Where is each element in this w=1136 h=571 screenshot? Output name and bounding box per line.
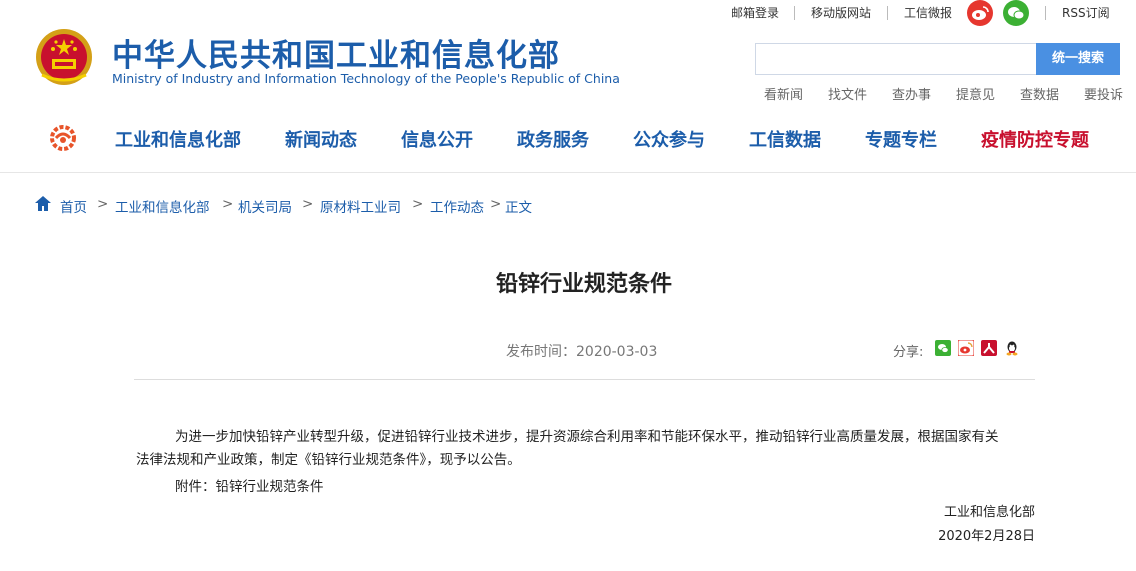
nav-special-topics[interactable]: 专题专栏 xyxy=(865,126,937,152)
breadcrumb-departments[interactable]: 机关司局 xyxy=(238,196,292,216)
mailbox-login-link[interactable]: 邮箱登录 xyxy=(731,4,779,21)
breadcrumb-raw-materials-dept[interactable]: 原材料工业司 xyxy=(320,196,401,216)
breadcrumb-work-updates[interactable]: 工作动态 xyxy=(430,196,484,216)
article-divider xyxy=(134,379,1035,380)
breadcrumb-miit[interactable]: 工业和信息化部 xyxy=(115,196,210,216)
breadcrumb-home[interactable]: 首页 xyxy=(60,196,87,216)
quick-link-files[interactable]: 找文件 xyxy=(828,84,867,103)
home-icon[interactable] xyxy=(35,196,51,211)
search-input[interactable] xyxy=(755,43,1036,75)
nav-public-participation[interactable]: 公众参与 xyxy=(633,126,705,152)
rss-link[interactable]: RSS订阅 xyxy=(1062,4,1110,21)
people-icon[interactable] xyxy=(981,340,997,356)
attachment-line: 附件：铅锌行业规范条件 xyxy=(175,479,324,495)
weibo-icon[interactable] xyxy=(967,0,993,26)
quick-link-services[interactable]: 查办事 xyxy=(892,84,931,103)
nav-miit[interactable]: 工业和信息化部 xyxy=(115,126,241,152)
miit-weibo-link[interactable]: 工信微报 xyxy=(904,4,952,21)
divider xyxy=(1045,6,1046,20)
article-paragraph-line2: 法律法规和产业政策，制定《铅锌行业规范条件》，现予以公告。 xyxy=(136,452,521,468)
breadcrumb-separator: > xyxy=(412,196,424,212)
signature-date: 2020年2月28日 xyxy=(938,529,1035,544)
article-title: 铅锌行业规范条件 xyxy=(495,272,672,297)
weibo-icon[interactable] xyxy=(957,339,975,357)
breadcrumb-separator: > xyxy=(222,196,234,212)
share-label: 分享: xyxy=(893,345,924,360)
quick-link-news[interactable]: 看新闻 xyxy=(764,84,803,103)
nav-divider xyxy=(0,172,1136,173)
site-subtitle: Ministry of Industry and Information Tec… xyxy=(112,71,620,86)
site-title[interactable]: 中华人民共和国工业和信息化部 xyxy=(112,30,560,75)
breadcrumb-separator: > xyxy=(97,196,109,212)
article-paragraph-line1: 为进一步加快铅锌产业转型升级，促进铅锌行业技术进步，提升资源综合利用率和节能环保… xyxy=(175,429,999,445)
national-emblem-logo[interactable] xyxy=(34,27,94,87)
search-button[interactable]: 统一搜索 xyxy=(1036,43,1120,75)
wechat-icon[interactable] xyxy=(1003,0,1029,26)
wechat-icon[interactable] xyxy=(935,340,951,356)
quick-link-feedback[interactable]: 提意见 xyxy=(956,84,995,103)
nav-epidemic-topic[interactable]: 疫情防控专题 xyxy=(981,126,1089,152)
divider xyxy=(794,6,795,20)
nav-info-disclosure[interactable]: 信息公开 xyxy=(401,126,473,152)
nav-news[interactable]: 新闻动态 xyxy=(285,126,357,152)
qq-icon[interactable] xyxy=(1004,340,1020,356)
mobile-site-link[interactable]: 移动版网站 xyxy=(811,4,871,21)
nav-gov-services[interactable]: 政务服务 xyxy=(517,126,589,152)
signature: 工业和信息化部 xyxy=(943,505,1035,520)
breadcrumb-separator: > xyxy=(302,196,314,212)
quick-link-complaint[interactable]: 要投诉 xyxy=(1084,84,1123,103)
publish-date: 发布时间：2020-03-03 xyxy=(506,344,658,360)
home-gear-icon[interactable] xyxy=(49,124,77,152)
nav-miit-data[interactable]: 工信数据 xyxy=(749,126,821,152)
divider xyxy=(887,6,888,20)
breadcrumb-separator: > xyxy=(490,196,502,212)
quick-link-data[interactable]: 查数据 xyxy=(1020,84,1059,103)
breadcrumb-current: 正文 xyxy=(505,200,532,216)
